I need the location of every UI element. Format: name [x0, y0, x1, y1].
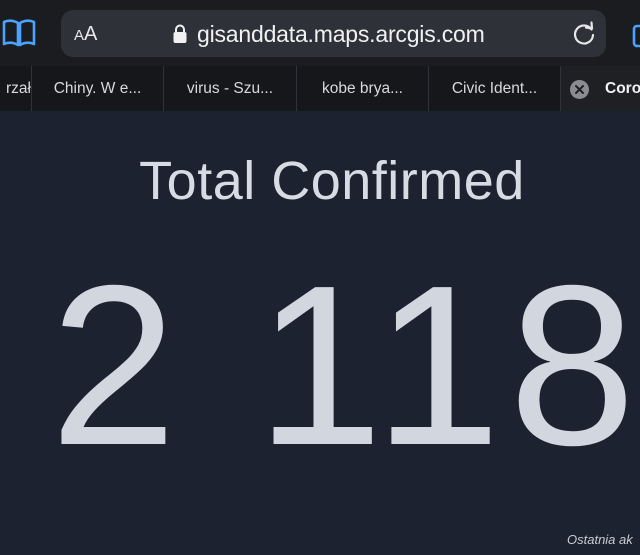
- tab-item[interactable]: virus - Szu...: [164, 66, 297, 111]
- tab-label: Civic Ident...: [451, 80, 538, 97]
- url-display[interactable]: gisanddata.maps.arcgis.com: [172, 20, 485, 48]
- book-icon: [2, 19, 36, 47]
- tab-item[interactable]: kobe brya...: [297, 66, 429, 111]
- reload-button[interactable]: [569, 19, 599, 49]
- bookmarks-button[interactable]: [2, 18, 36, 48]
- tab-item[interactable]: Chiny. W e...: [32, 66, 164, 111]
- tabs-icon: [632, 24, 640, 48]
- total-confirmed-value: 2 118: [50, 239, 640, 493]
- show-tabs-button[interactable]: [628, 20, 640, 50]
- close-icon: [575, 85, 584, 94]
- tab-label: Coro: [605, 80, 640, 97]
- browser-toolbar: AA gisanddata.maps.arcgis.com: [0, 0, 640, 66]
- tab-bar: rzał Chiny. W e... virus - Szu... kobe b…: [0, 66, 640, 111]
- tab-item[interactable]: rzał: [0, 66, 32, 111]
- last-updated-label: Ostatnia ak: [567, 532, 633, 547]
- close-tab-button[interactable]: [570, 80, 589, 99]
- url-text: gisanddata.maps.arcgis.com: [197, 20, 485, 47]
- tab-label: kobe brya...: [322, 80, 403, 97]
- tab-label: rzał: [6, 80, 31, 97]
- aa-small-label: A: [74, 27, 85, 44]
- browser-window: AA gisanddata.maps.arcgis.com rzał Chiny…: [0, 0, 640, 555]
- tab-item[interactable]: Civic Ident...: [429, 66, 561, 111]
- lock-icon: [173, 24, 187, 43]
- total-confirmed-heading: Total Confirmed: [139, 151, 525, 211]
- tab-label: Chiny. W e...: [53, 80, 142, 97]
- tab-label: virus - Szu...: [186, 80, 274, 97]
- reader-options-button[interactable]: AA: [74, 20, 97, 48]
- reload-icon: [573, 21, 595, 45]
- aa-big-label: A: [84, 23, 98, 45]
